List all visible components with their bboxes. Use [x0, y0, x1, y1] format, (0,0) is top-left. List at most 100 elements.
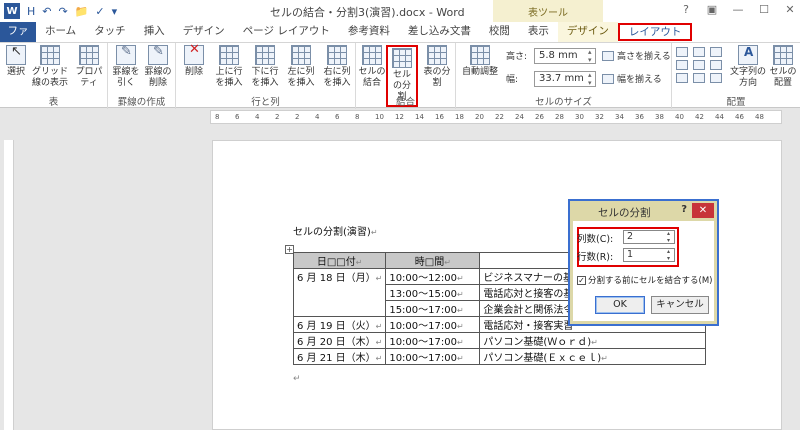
horizontal-ruler[interactable]: 8 6 4 2 2 4 6 8 10 12 14 16 18 20 22 24 26 28 30 32 34 36 38 40…	[210, 110, 782, 124]
height-spinner[interactable]: 5.8 mm	[534, 48, 596, 64]
align-top-right-icon[interactable]	[710, 47, 722, 57]
redo-icon[interactable]: ↷	[59, 5, 68, 18]
ruler-mark: 16	[435, 113, 444, 121]
word-logo-icon: W	[4, 3, 20, 19]
table-cell[interactable]: 10:00～17:00↵	[385, 348, 481, 365]
merge-before-split-checkbox[interactable]: ✓ 分割する前にセルを結合する(M)	[577, 274, 712, 286]
insert-left-button[interactable]: 左に列を挿入	[284, 45, 318, 89]
erase-border-button[interactable]: 罫線の削除	[143, 45, 173, 89]
align-bottom-right-icon[interactable]	[710, 73, 722, 83]
table-header-cell[interactable]: 日□□付↵	[292, 252, 387, 269]
text-direction-button[interactable]: 文字列の方向	[730, 45, 766, 89]
distribute-rows-button[interactable]: 高さを揃える	[602, 49, 671, 62]
tab-table-design[interactable]: デザイン	[557, 22, 618, 42]
table-cell[interactable]: 10:00～17:00↵	[385, 316, 481, 333]
tab-mailings[interactable]: 差し込み文書	[399, 22, 480, 42]
table-cell[interactable]: 6 月 21 日（木）↵	[292, 348, 387, 365]
columns-input[interactable]: 2	[623, 230, 675, 244]
table-cell[interactable]: 6 月 18 日（月）↵	[292, 268, 387, 317]
tab-insert[interactable]: 挿入	[135, 22, 174, 42]
align-bottom-left-icon[interactable]	[676, 73, 688, 83]
undo-icon[interactable]: ↶	[42, 5, 51, 18]
ruler-mark: 30	[575, 113, 584, 121]
distribute-cols-icon	[602, 73, 614, 84]
table-cell[interactable]: 15:00～17:00↵	[385, 300, 481, 317]
checkbox-icon[interactable]: ✓	[577, 275, 586, 285]
table-row: 6 月 21 日（木）↵ 10:00～17:00↵ パソコン基礎(Ｅｘｃｅｌ)↵	[292, 348, 707, 365]
insert-below-button[interactable]: 下に行を挿入	[248, 45, 282, 89]
ruler-mark: 20	[475, 113, 484, 121]
properties-icon	[79, 45, 99, 65]
tab-table-layout[interactable]: レイアウト	[617, 23, 693, 41]
autofit-button[interactable]: 自動調整	[460, 45, 500, 78]
vertical-ruler[interactable]	[4, 140, 14, 430]
align-middle-left-icon[interactable]	[676, 60, 688, 70]
align-top-left-icon[interactable]	[676, 47, 688, 57]
ruler-mark: 40	[675, 113, 684, 121]
pencil-icon	[116, 45, 136, 65]
tab-home[interactable]: ホーム	[36, 22, 85, 42]
table-cell[interactable]: 6 月 20 日（木）↵	[292, 332, 387, 349]
ruler-mark: 2	[295, 113, 300, 121]
group-label-draw: 罫線の作成	[117, 97, 166, 108]
delete-button[interactable]: 削除	[180, 44, 208, 78]
minimize-icon[interactable]: —	[730, 3, 746, 16]
close-icon[interactable]: ✕	[782, 3, 798, 16]
insert-above-button[interactable]: 上に行を挿入	[212, 45, 246, 89]
tab-touch[interactable]: タッチ	[85, 22, 135, 42]
tab-page-layout[interactable]: ページ レイアウト	[234, 22, 339, 42]
merge-cells-button[interactable]: セルの結合	[358, 45, 386, 89]
tab-references[interactable]: 参考資料	[339, 22, 399, 42]
cancel-button[interactable]: キャンセル	[651, 296, 709, 314]
ruler-mark: 10	[375, 113, 384, 121]
insert-right-button[interactable]: 右に列を挿入	[320, 45, 354, 89]
rows-input[interactable]: 1	[623, 248, 675, 262]
open-icon[interactable]: 📁	[75, 5, 89, 18]
ruler-mark: 38	[655, 113, 664, 121]
group-label-rowcol: 行と列	[251, 97, 280, 108]
align-top-center-icon[interactable]	[693, 47, 705, 57]
help-icon[interactable]: ?	[681, 204, 687, 215]
width-spinner[interactable]: 33.7 mm	[534, 71, 596, 87]
table-cell[interactable]: パソコン基礎(Ｗｏｒｄ)↵	[479, 332, 707, 349]
group-label-merge: 結合	[395, 97, 415, 108]
align-middle-center-icon[interactable]	[693, 60, 705, 70]
draw-border-button[interactable]: 罫線を引く	[112, 45, 140, 89]
split-table-icon	[427, 45, 447, 65]
table-header-cell[interactable]: 時□間↵	[385, 252, 481, 269]
select-icon	[6, 45, 26, 65]
group-label-table: 表	[48, 97, 59, 108]
split-table-button[interactable]: 表の分割	[420, 45, 454, 89]
ribbon-tabs: ファイル ホーム タッチ 挿入 デザイン ページ レイアウト 参考資料 差し込み…	[0, 22, 800, 56]
table-cell[interactable]: 13:00～15:00↵	[385, 284, 481, 301]
tab-view[interactable]: 表示	[519, 22, 558, 42]
select-button[interactable]: 選択	[4, 45, 28, 78]
customize-qat-icon[interactable]: ▾	[112, 5, 118, 18]
table-cell[interactable]: 10:00～12:00↵	[385, 268, 481, 285]
gridlines-button[interactable]: グリッド線の表示	[31, 45, 69, 89]
ruler-mark: 4	[255, 113, 260, 121]
properties-button[interactable]: プロパティ	[72, 45, 106, 89]
cell-margins-button[interactable]: セルの配置	[768, 45, 798, 89]
distribute-cols-button[interactable]: 幅を揃える	[602, 72, 662, 85]
align-bottom-center-icon[interactable]	[693, 73, 705, 83]
ribbon-display-icon[interactable]: ▣	[704, 3, 720, 16]
tab-file[interactable]: ファイル	[0, 22, 36, 56]
table-cell[interactable]: パソコン基礎(Ｅｘｃｅｌ)↵	[479, 348, 707, 365]
table-cell[interactable]: 10:00～17:00↵	[385, 332, 481, 349]
save-icon[interactable]: H	[27, 5, 35, 18]
ruler-mark: 8	[215, 113, 220, 121]
help-icon[interactable]: ?	[678, 3, 694, 16]
close-icon[interactable]: ✕	[692, 203, 714, 218]
tab-design[interactable]: デザイン	[174, 22, 234, 42]
group-draw: 罫線を引く 罫線の削除 罫線の作成	[108, 43, 176, 109]
merge-cells-icon	[362, 45, 382, 65]
ribbon: 選択 グリッド線の表示 プロパティ 表 罫線を引く 罫線の削除 罫線の作成 削除	[0, 42, 800, 109]
maximize-icon[interactable]: ☐	[756, 3, 772, 16]
align-middle-right-icon[interactable]	[710, 60, 722, 70]
table-cell[interactable]: 6 月 19 日（火）↵	[292, 316, 387, 333]
tab-review[interactable]: 校閲	[480, 22, 519, 42]
spellcheck-icon[interactable]: ✓	[95, 5, 104, 18]
ruler-mark: 34	[615, 113, 624, 121]
ok-button[interactable]: OK	[595, 296, 645, 314]
